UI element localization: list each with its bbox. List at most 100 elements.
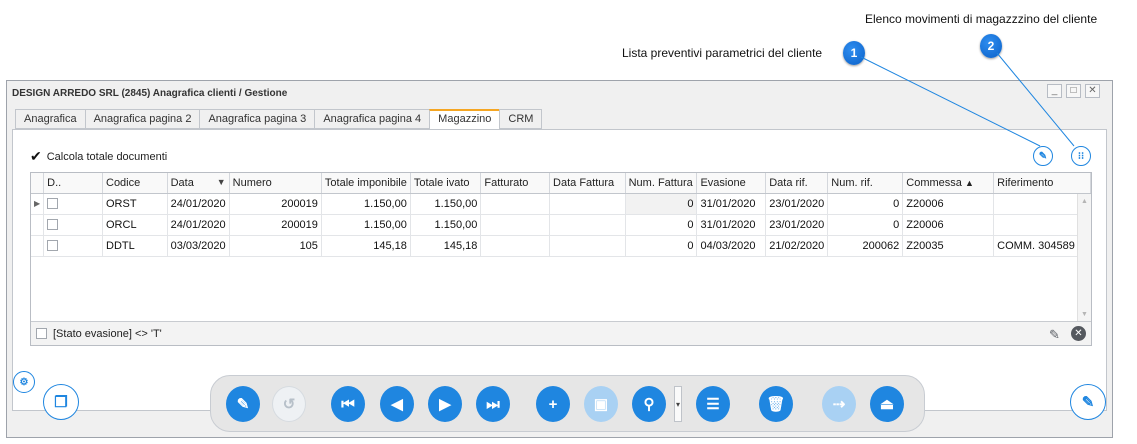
table-header-row: D.. Codice Data ▼ Numero Totale imponibil… (31, 173, 1091, 194)
exit-button[interactable]: ⏏ (870, 386, 904, 422)
table-row[interactable]: DDTL 03/03/2020 105 145,18 145,18 0 04/0… (31, 235, 1091, 257)
column-header-fatturato[interactable]: Fatturato (480, 173, 551, 194)
search-button[interactable]: ⚲ (632, 386, 666, 422)
list-view-button[interactable]: ☰ (696, 386, 730, 422)
edit-record-button[interactable]: ✎ (226, 386, 260, 422)
column-header-numero[interactable]: Numero (229, 173, 322, 194)
column-header-num-fattura[interactable]: Num. Fattura (625, 173, 698, 194)
first-record-button[interactable]: ⏮ (331, 386, 365, 422)
cell-num-fattura: 0 (625, 214, 698, 236)
row-checkbox[interactable] (43, 235, 103, 257)
undo-icon: ↺ (282, 396, 296, 413)
new-document-icon: + (548, 395, 558, 413)
column-header-codice[interactable]: Codice (102, 173, 168, 194)
trash-icon: 🗑 (766, 396, 786, 413)
tab-anagrafica-pagina-4[interactable]: Anagrafica pagina 4 (314, 109, 430, 129)
delete-button[interactable]: 🗑 (759, 386, 793, 422)
cell-num-fattura: 0 (625, 193, 698, 215)
cell-data-fattura (549, 235, 626, 257)
callout-1-label: Lista preventivi parametrici del cliente (622, 46, 823, 60)
sort-ascending-icon: ▲ (964, 177, 974, 188)
minimize-button[interactable]: _ (1047, 84, 1062, 98)
edit-filter-pencil-icon[interactable]: ✎ (1049, 327, 1060, 343)
column-header-d[interactable]: D.. (43, 173, 103, 194)
chevron-down-icon: ▾ (675, 399, 680, 409)
cell-data: 24/01/2020 (167, 214, 230, 236)
row-checkbox[interactable] (43, 193, 103, 215)
cell-commessa: Z20006 (902, 214, 995, 236)
search-icon: ⚲ (643, 396, 655, 413)
cell-codice: ORST (102, 193, 168, 215)
cell-riferimento (993, 214, 1091, 236)
column-header-evasione[interactable]: Evasione (696, 173, 767, 194)
cell-data: 24/01/2020 (167, 193, 230, 215)
row-indicator-header (31, 173, 45, 194)
gears-icon: ⚙ (19, 376, 29, 388)
row-checkbox[interactable] (43, 214, 103, 236)
scroll-up-icon[interactable]: ▲ (1081, 198, 1088, 205)
column-header-totale-imponibile[interactable]: Totale imponibile (321, 173, 411, 194)
tab-magazzino[interactable]: Magazzino (429, 109, 500, 130)
copy-icon: ❐ (54, 394, 68, 411)
cell-totale-imponibile: 145,18 (321, 235, 411, 257)
column-header-data-fattura[interactable]: Data Fattura (549, 173, 626, 194)
new-record-button[interactable]: + (536, 386, 570, 422)
cell-data: 03/03/2020 (167, 235, 230, 257)
edit-document-icon: ✎ (236, 396, 250, 413)
cell-evasione: 31/01/2020 (696, 214, 767, 236)
cell-totale-ivato: 1.150,00 (410, 193, 482, 215)
title-bar: DESIGN ARREDO SRL (2845) Anagrafica clie… (7, 81, 1112, 103)
callout-2-label: Elenco movimenti di magazzzino del clien… (865, 12, 1098, 26)
column-header-data[interactable]: Data ▼ (167, 173, 230, 194)
search-dropdown[interactable]: ▾ (674, 386, 682, 422)
column-header-commessa[interactable]: Commessa ▲ (902, 173, 995, 194)
cell-commessa: Z20006 (902, 193, 995, 215)
cell-numero: 105 (229, 235, 322, 257)
previous-record-button[interactable]: ◀ (380, 386, 414, 422)
cell-fatturato (480, 193, 551, 215)
calcola-totale-label: Calcola totale documenti (46, 150, 168, 163)
calcola-totale-checkbox[interactable]: ✔ Calcola totale documenti (30, 148, 167, 165)
column-header-num-rif[interactable]: Num. rif. (827, 173, 904, 194)
cell-num-rif: 200062 (827, 235, 904, 257)
tab-anagrafica-pagina-2[interactable]: Anagrafica pagina 2 (84, 109, 200, 129)
column-header-data-rif[interactable]: Data rif. (765, 173, 829, 194)
vertical-scrollbar[interactable]: ▲ ▼ (1077, 194, 1091, 322)
filter-expression[interactable]: [Stato evasione] <> 'T' (53, 328, 162, 340)
filter-bar: [Stato evasione] <> 'T' ✎ ✕ (31, 321, 1091, 345)
exit-door-icon: ⏏ (879, 396, 895, 413)
next-record-button[interactable]: ▶ (428, 386, 462, 422)
filter-enable-checkbox[interactable] (36, 328, 47, 339)
export-icon: ⇢ (832, 396, 846, 413)
list-icon: ⁝⁝ (1077, 150, 1085, 162)
parametric-quotes-button[interactable]: ✎ (1033, 146, 1053, 166)
scroll-down-icon[interactable]: ▼ (1081, 311, 1088, 318)
close-window-button[interactable]: ✕ (1085, 84, 1100, 98)
warehouse-movements-button[interactable]: ⁝⁝ (1071, 146, 1091, 166)
tab-crm[interactable]: CRM (499, 109, 543, 129)
settings-button[interactable]: ⚙ (13, 371, 35, 393)
table-row[interactable]: ▶ ORST 24/01/2020 200019 1.150,00 1.150,… (31, 193, 1091, 215)
column-header-totale-ivato[interactable]: Totale ivato (410, 173, 482, 194)
maximize-button[interactable]: □ (1066, 84, 1081, 98)
undo-button[interactable]: ↺ (272, 386, 306, 422)
checkbox-icon (47, 219, 59, 231)
export-button[interactable]: ⇢ (822, 386, 856, 422)
save-icon: ▣ (593, 396, 609, 413)
copy-document-button[interactable]: ❐ (43, 384, 79, 420)
save-button[interactable]: ▣ (584, 386, 618, 422)
cell-num-rif: 0 (827, 193, 904, 215)
cell-totale-imponibile: 1.150,00 (321, 214, 411, 236)
client-registry-window: DESIGN ARREDO SRL (2845) Anagrafica clie… (6, 80, 1113, 438)
cell-num-fattura: 0 (625, 235, 698, 257)
clear-filter-icon[interactable]: ✕ (1071, 326, 1086, 341)
edit-external-button[interactable]: ✎ (1070, 384, 1106, 420)
tab-anagrafica-pagina-3[interactable]: Anagrafica pagina 3 (199, 109, 315, 129)
current-row-indicator-icon: ▶ (31, 193, 45, 215)
table-row[interactable]: ORCL 24/01/2020 200019 1.150,00 1.150,00… (31, 214, 1091, 236)
tab-anagrafica[interactable]: Anagrafica (15, 109, 85, 129)
last-record-button[interactable]: ⏭ (476, 386, 510, 422)
cell-data-fattura (549, 193, 626, 215)
list-icon: ☰ (706, 396, 720, 413)
column-header-riferimento[interactable]: Riferimento (993, 173, 1091, 194)
